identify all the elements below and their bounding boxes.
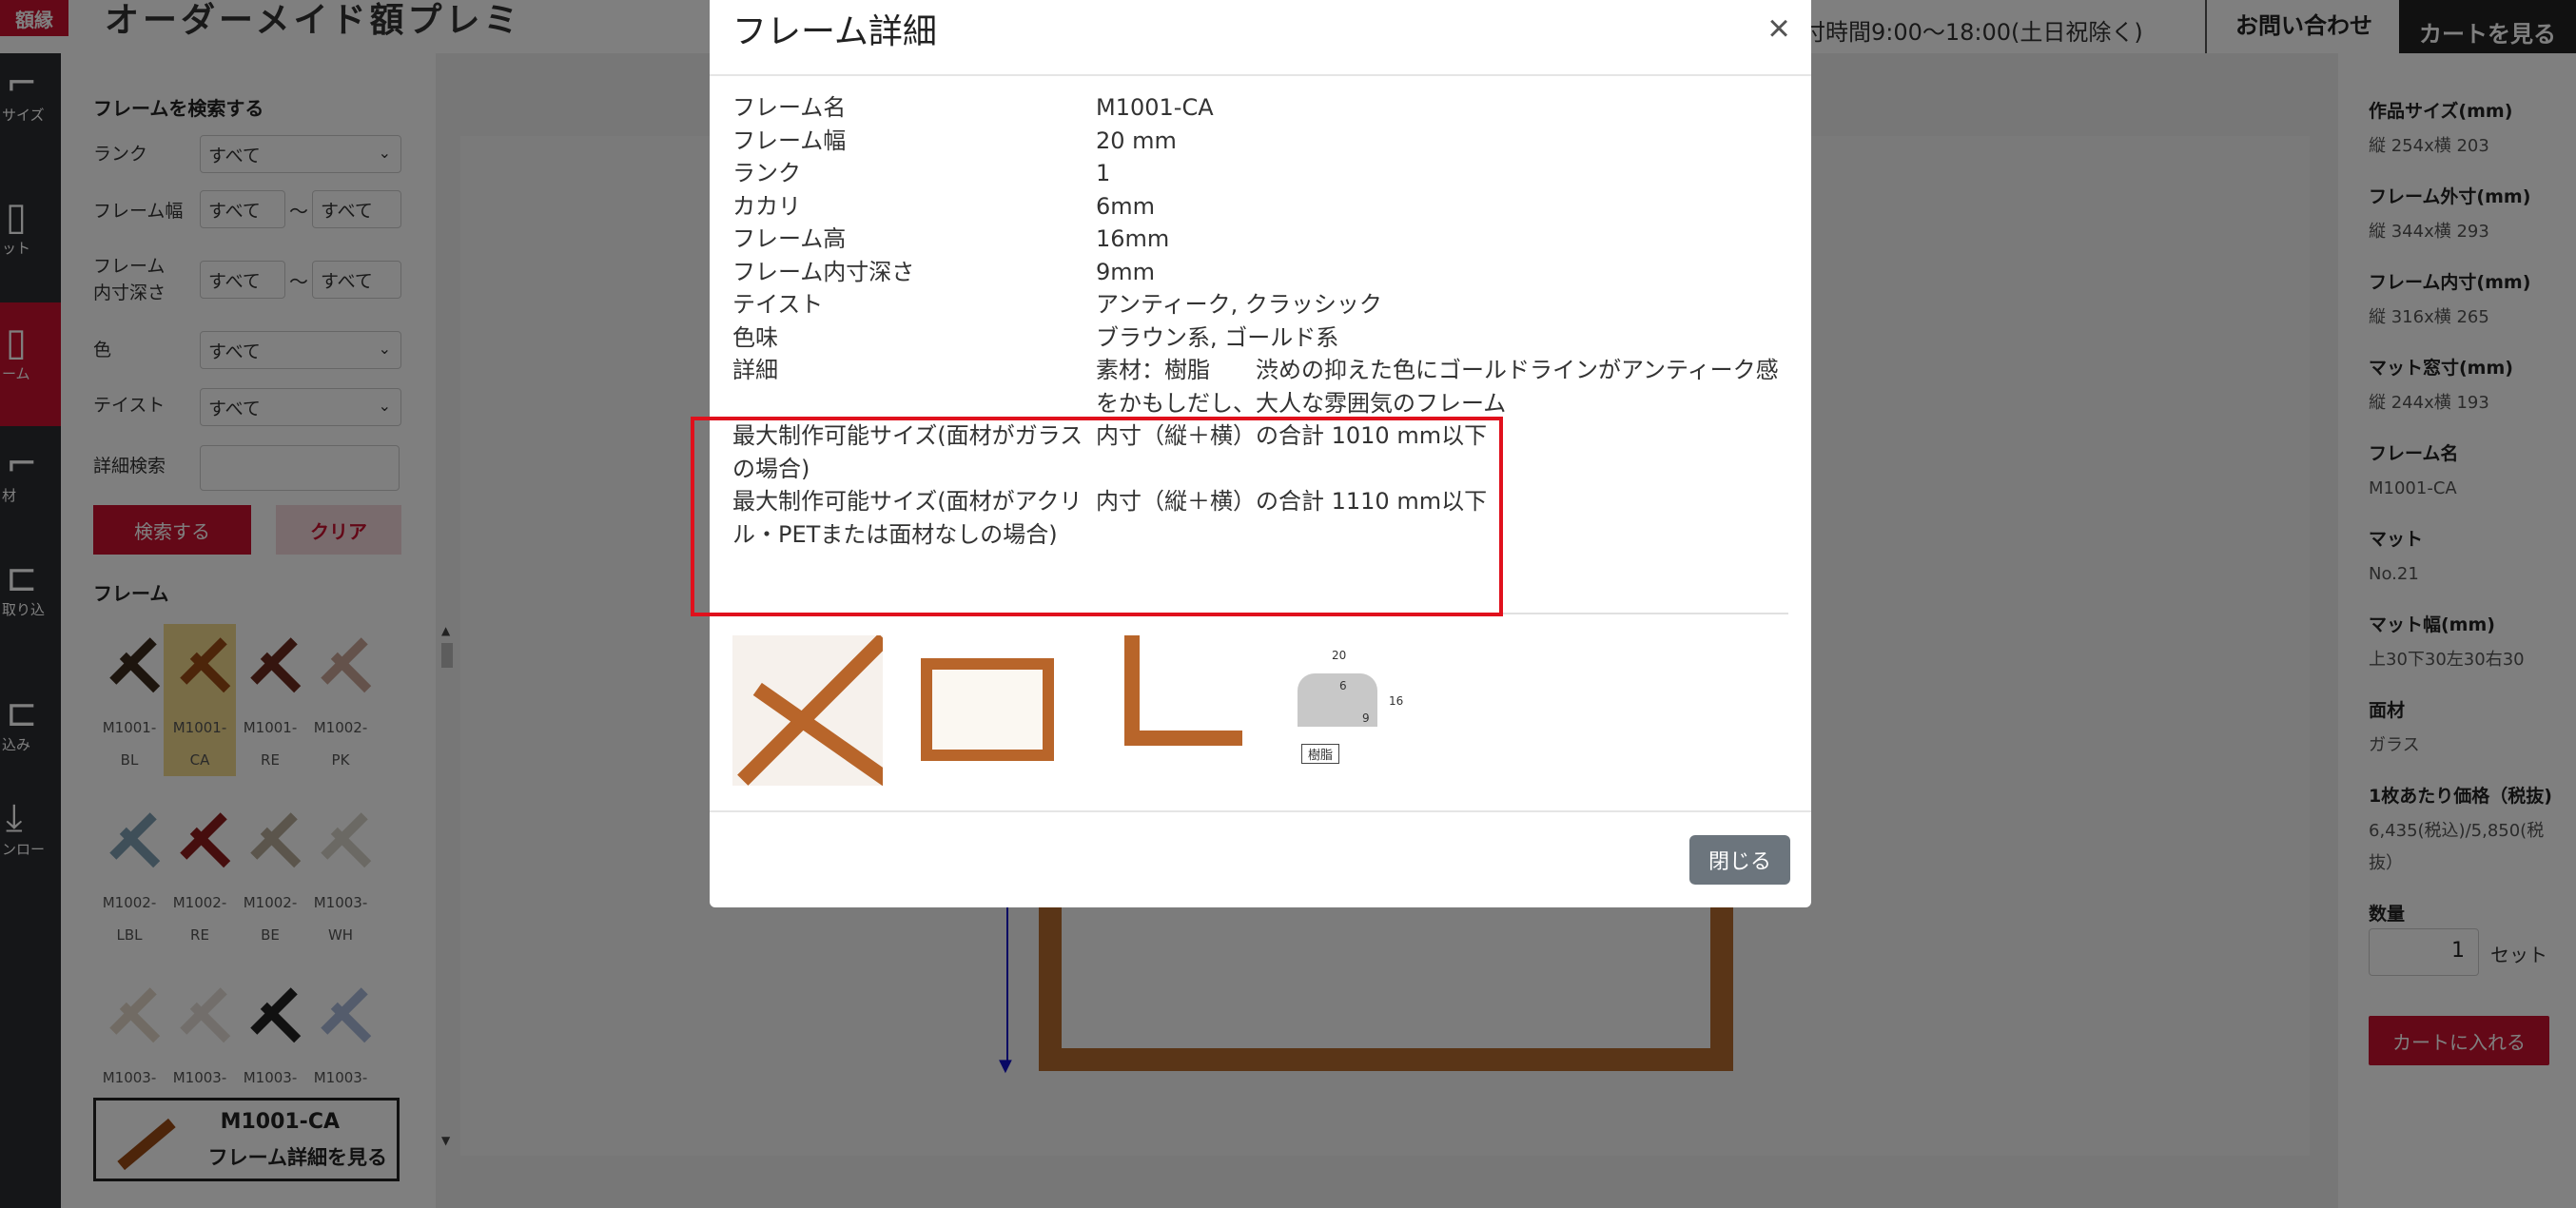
profile-depth-label: 9 (1362, 711, 1370, 725)
spec-row: フレーム名 M1001-CA (732, 94, 1214, 121)
spec-row: フレーム高 16mm (732, 225, 1170, 252)
spec-row: ランク 1 (732, 160, 1111, 186)
profile-height-label: 16 (1389, 694, 1404, 708)
spec-row-detail: 詳細 素材：樹脂 渋めの抑えた色にゴールドラインがアンティーク感をかもしだし、大人… (732, 357, 1779, 417)
spec-row: フレーム幅 20 mm (732, 127, 1177, 154)
profile-material-tag: 樹脂 (1301, 744, 1340, 764)
spec-row: 色味 ブラウン系, ゴールド系 (732, 323, 1339, 351)
frame-profile-diagram[interactable]: 20 6 16 9 樹脂 (1290, 649, 1408, 772)
profile-kakari-label: 6 (1339, 679, 1347, 692)
spec-row: カカリ 6mm (732, 192, 1156, 220)
modal-header: フレーム詳細 × (710, 0, 1811, 76)
frame-full-photo[interactable] (921, 658, 1054, 761)
modal-close-button[interactable]: 閉じる (1689, 835, 1790, 885)
spec-row: テイスト アンティーク, クラッシック (732, 291, 1382, 318)
modal-footer-divider (710, 810, 1811, 812)
frame-corner-photo[interactable] (732, 635, 883, 786)
highlight-box (691, 417, 1503, 616)
close-icon[interactable]: × (1760, 10, 1798, 48)
profile-width-label: 20 (1332, 649, 1347, 662)
modal-title: フレーム詳細 (732, 12, 937, 51)
spec-row: フレーム内寸深さ 9mm (732, 258, 1156, 285)
frame-corner-closeup-photo[interactable] (1124, 635, 1242, 746)
